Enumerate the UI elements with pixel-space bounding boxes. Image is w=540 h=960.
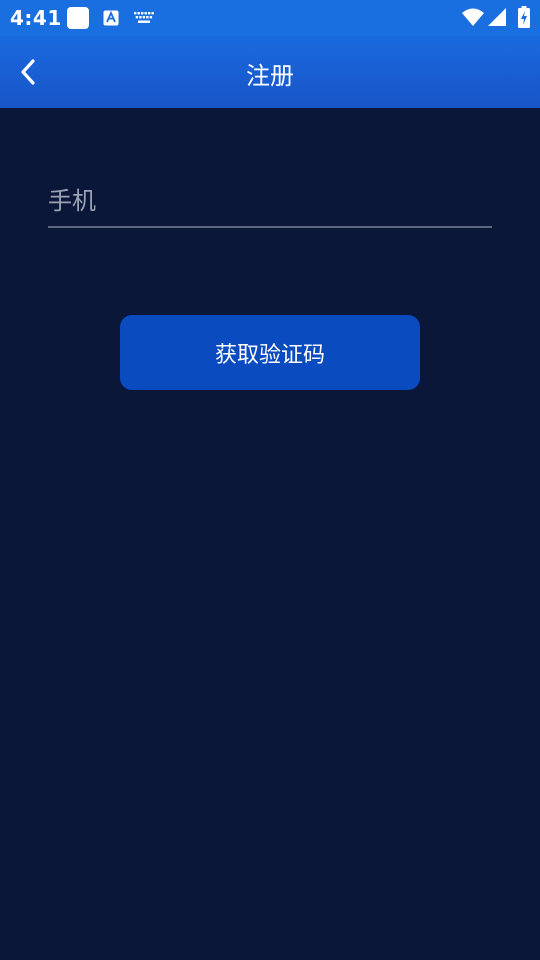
status-bar: 4:41 bbox=[0, 0, 540, 36]
register-screen: 4:41 注册 手机 获取验证码 bbox=[0, 0, 540, 960]
app-bar: 注册 bbox=[0, 36, 540, 108]
battery-charging-icon bbox=[518, 6, 530, 28]
wifi-icon bbox=[462, 8, 484, 26]
get-verification-code-button[interactable]: 获取验证码 bbox=[120, 315, 420, 390]
page-title: 注册 bbox=[246, 62, 294, 90]
notification-square-icon bbox=[67, 7, 89, 29]
phone-input[interactable] bbox=[48, 176, 492, 226]
phone-field bbox=[48, 176, 492, 228]
text-a-icon bbox=[103, 10, 119, 26]
cell-signal-icon bbox=[488, 8, 506, 26]
status-time: 4:41 bbox=[10, 6, 62, 30]
keyboard-icon bbox=[134, 12, 154, 23]
